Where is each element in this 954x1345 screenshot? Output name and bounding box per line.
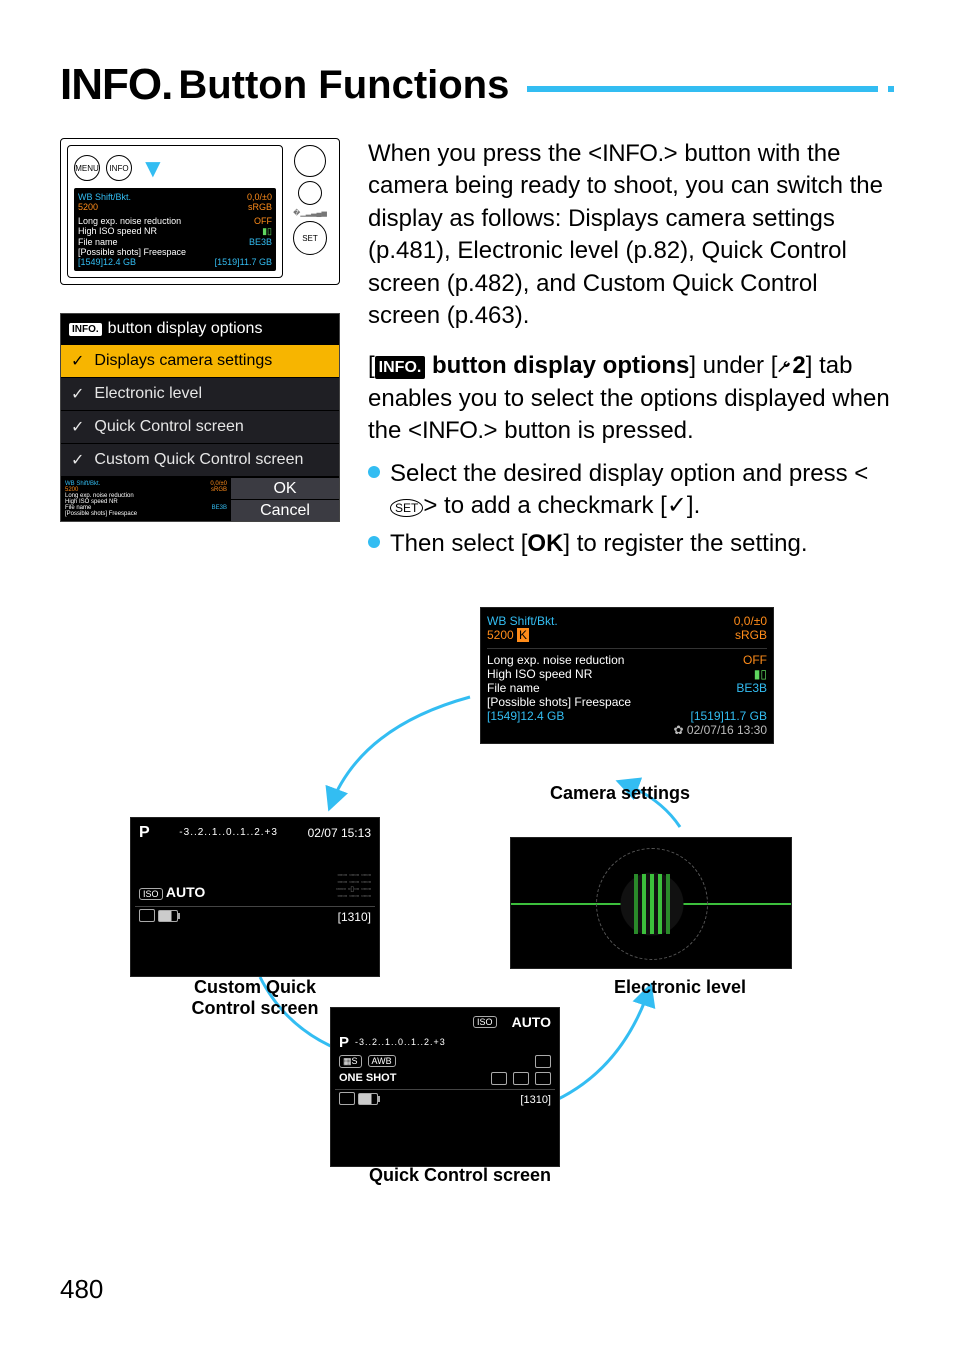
check-icon: ✓	[71, 450, 84, 470]
arrow-down-icon: ▼	[140, 158, 166, 178]
heading-info-glyph: INFO.	[60, 60, 172, 110]
q-icon	[139, 909, 155, 922]
menu-item-electronic-level[interactable]: ✓ Electronic level	[61, 377, 339, 410]
caption-custom-quick-control: Custom Quick Control screen	[170, 977, 340, 1019]
folder-icon	[535, 1072, 551, 1085]
menu-item-camera-settings[interactable]: ✓ Displays camera settings	[61, 344, 339, 377]
menu-item-custom-quick-control[interactable]: ✓ Custom Quick Control screen	[61, 443, 339, 476]
meter-icon	[491, 1072, 507, 1085]
info-tag-icon: INFO.	[69, 323, 102, 336]
camera-illustration: MENU INFO ▼ WB Shift/Bkt.0,0/±0 5200sRGB…	[60, 138, 340, 285]
menu-title: button display options	[108, 320, 263, 338]
check-icon: ✓	[71, 351, 84, 371]
info-display-options-menu: INFO. button display options ✓ Displays …	[60, 313, 340, 522]
panel-custom-quick-control: P -3..2..1..0..1..2.+3 02/07 15:13 ISO A…	[130, 817, 380, 977]
battery-icon	[158, 910, 178, 922]
camera-lcd: WB Shift/Bkt.0,0/±0 5200sRGB Long exp. n…	[74, 188, 276, 271]
menu-item-quick-control[interactable]: ✓ Quick Control screen	[61, 410, 339, 443]
info-tag-icon: INFO.	[375, 356, 426, 380]
check-icon: ✓	[71, 384, 84, 404]
caption-electronic-level: Electronic level	[580, 977, 780, 998]
info-glyph: INFO.	[602, 140, 664, 167]
battery-icon	[358, 1093, 378, 1105]
check-icon: ✓	[71, 417, 84, 437]
panel-quick-control: ISO AUTO P-3..2..1..0..1..2.+3 ▦SAWB ONE…	[330, 1007, 560, 1167]
info-glyph: INFO.	[422, 417, 484, 444]
page-number: 480	[60, 1274, 103, 1305]
set-icon: SET	[390, 499, 423, 517]
set-dial-icon: SET	[293, 221, 327, 255]
page-heading: INFO. Button Functions	[60, 60, 894, 110]
caption-quick-control: Quick Control screen	[350, 1165, 570, 1186]
caption-camera-settings: Camera settings	[510, 783, 730, 804]
menu-knob: MENU	[74, 155, 100, 181]
wifi-icon	[535, 1055, 551, 1068]
q-icon	[339, 1092, 355, 1105]
info-knob: INFO	[106, 155, 132, 181]
menu-preview-thumb: WB Shift/Bkt.0,0/±0 5200sRGB Long exp. n…	[61, 477, 231, 521]
ok-button[interactable]: OK	[231, 477, 339, 499]
heading-rule	[527, 86, 878, 92]
wrench-icon	[777, 360, 791, 374]
cancel-button[interactable]: Cancel	[231, 499, 339, 521]
panel-camera-settings: WB Shift/Bkt.0,0/±0 5200 KsRGB Long exp.…	[480, 607, 774, 744]
display-cycle-diagram: WB Shift/Bkt.0,0/±0 5200 KsRGB Long exp.…	[60, 607, 894, 1207]
bullet-icon	[368, 466, 380, 478]
heading-text: Button Functions	[178, 63, 509, 108]
bullet-icon	[368, 536, 380, 548]
body-text: When you press the <INFO.> button with t…	[368, 138, 894, 567]
panel-electronic-level	[510, 837, 792, 969]
